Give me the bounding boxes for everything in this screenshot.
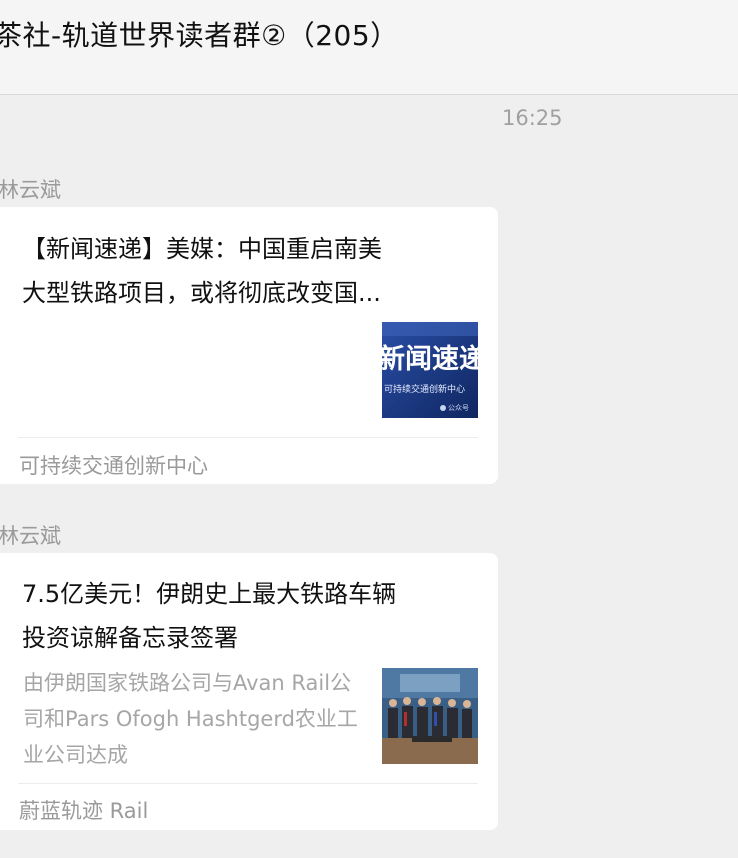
card-title-line: 大型铁路项目，或将彻底改变国... [22, 279, 381, 307]
thumb-subtitle: 可持续交通创新中心 [384, 383, 465, 395]
ceremony-photo-image [382, 668, 478, 764]
news-thumbnail-image: 新闻速递 可持续交通创新中心 公众号 [382, 322, 478, 418]
card-divider [18, 783, 478, 784]
article-card[interactable]: 【新闻速递】美媒：中国重启南美 大型铁路项目，或将彻底改变国... 新闻速递 可… [0, 207, 498, 484]
card-title-line: 7.5亿美元！伊朗史上最大铁路车辆 [22, 580, 397, 608]
chat-header: 茶社-轨道世界读者群②（205） [0, 0, 738, 95]
thumb-badge: 公众号 [448, 404, 469, 412]
card-title-line: 【新闻速递】美媒：中国重启南美 [22, 235, 382, 263]
card-source: 可持续交通创新中心 [19, 454, 208, 478]
sender-name: 林云斌 [0, 524, 61, 548]
card-title-line: 投资谅解备忘录签署 [22, 624, 238, 652]
card-title: 【新闻速递】美媒：中国重启南美 大型铁路项目，或将彻底改变国... [22, 227, 460, 315]
chat-title: 茶社-轨道世界读者群②（205） [0, 19, 399, 52]
card-thumbnail: 新闻速递 可持续交通创新中心 公众号 [382, 322, 478, 418]
article-card[interactable]: 7.5亿美元！伊朗史上最大铁路车辆 投资谅解备忘录签署 由伊朗国家铁路公司与Av… [0, 553, 498, 830]
card-source: 蔚蓝轨迹 Rail [19, 799, 149, 823]
card-title: 7.5亿美元！伊朗史上最大铁路车辆 投资谅解备忘录签署 [22, 572, 460, 660]
thumb-headline: 新闻速递 [382, 343, 478, 375]
card-description: 由伊朗国家铁路公司与Avan Rail公司和Pars Ofogh Hashtge… [23, 671, 358, 767]
message-timestamp: 16:25 [502, 106, 563, 130]
sender-name: 林云斌 [0, 178, 61, 202]
card-thumbnail [382, 668, 478, 764]
card-divider [18, 437, 478, 438]
